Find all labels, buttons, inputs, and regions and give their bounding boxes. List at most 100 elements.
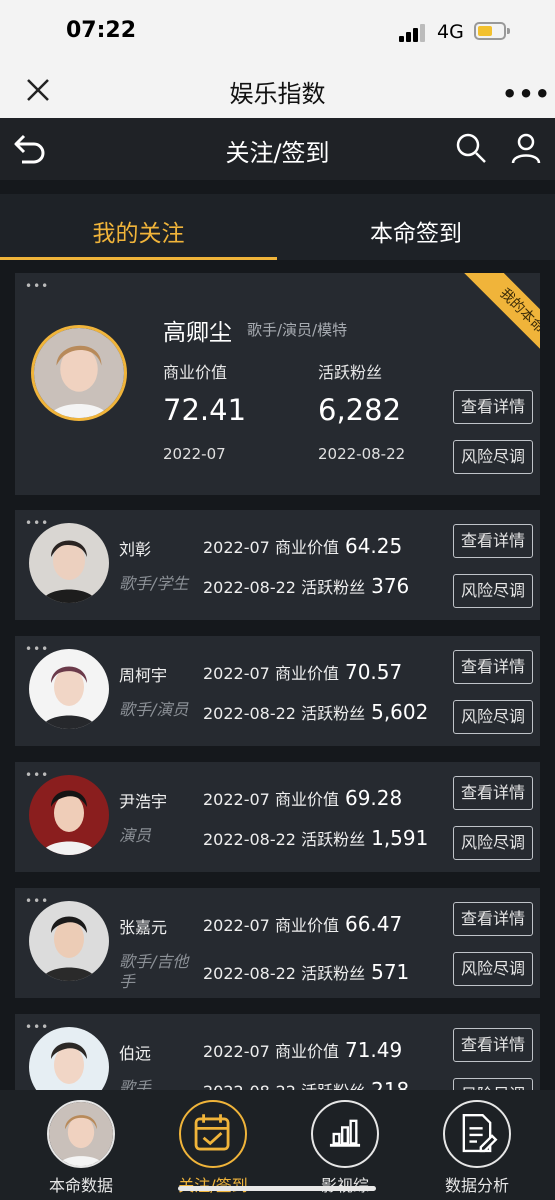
commercial-date: 2022-07	[203, 1042, 270, 1061]
featured-name: 高卿尘	[163, 320, 232, 346]
fans-line: 2022-08-22 活跃粉丝 376	[203, 574, 409, 598]
commercial-value-label: 商业价值	[274, 790, 339, 809]
user-icon[interactable]	[510, 132, 542, 164]
commercial-line: 2022-07 商业价值 71.49	[203, 1038, 402, 1062]
risk-check-button[interactable]: 风险尽调	[453, 440, 533, 474]
mini-app-title: 娱乐指数	[229, 80, 326, 108]
active-fans-value: 376	[371, 574, 410, 598]
avatar	[29, 523, 109, 603]
active-fans-label: 活跃粉丝	[318, 363, 383, 382]
avatar	[31, 325, 127, 421]
person-role: 歌手	[119, 1078, 152, 1090]
risk-check-button[interactable]: 风险尽调	[453, 826, 533, 860]
avatar	[29, 775, 109, 855]
avatar	[29, 649, 109, 729]
risk-check-button[interactable]: 风险尽调	[453, 952, 533, 986]
fans-line: 2022-08-22 活跃粉丝 218	[203, 1078, 409, 1090]
fans-date: 2022-08-22	[203, 704, 296, 723]
status-time: 07:22	[66, 18, 137, 43]
view-details-button[interactable]: 查看详情	[453, 1028, 533, 1062]
person-name: 刘彰	[119, 540, 152, 559]
person-role: 歌手/演员	[119, 700, 189, 719]
bottom-tab-label: 影视综	[279, 1172, 411, 1196]
fans-date: 2022-08-22	[203, 830, 296, 849]
commercial-line: 2022-07 商业价值 70.57	[203, 660, 402, 684]
avatar-photo	[47, 1100, 115, 1168]
mini-app-header: 娱乐指数 •••	[0, 64, 555, 118]
network-type: 4G	[437, 21, 464, 43]
list-item[interactable]: ••• 刘彰 歌手/学生 2022-07 商业价值 64.25 2022-08-2…	[15, 510, 540, 620]
card-menu-icon[interactable]: •••	[25, 279, 49, 293]
calendar-check-icon	[179, 1100, 247, 1168]
search-icon[interactable]	[455, 132, 487, 164]
view-details-button[interactable]: 查看详情	[453, 650, 533, 684]
view-details-button[interactable]: 查看详情	[453, 390, 533, 424]
bottom-tab-follow-checkin[interactable]: 关注/签到	[147, 1090, 279, 1200]
commercial-value: 64.25	[344, 534, 403, 558]
nav-bar: 关注/签到	[0, 118, 555, 180]
fans-date: 2022-08-22	[203, 578, 296, 597]
bar-chart-icon	[311, 1100, 379, 1168]
commercial-value-label: 商业价值	[274, 664, 339, 683]
bottom-tab-label: 关注/签到	[147, 1172, 279, 1196]
card-menu-icon[interactable]: •••	[25, 768, 49, 782]
featured-card[interactable]: ••• 高卿尘 歌手/演员/模特 商业价值 活跃粉丝 72.41 6,282 2…	[15, 273, 540, 495]
person-role: 演员	[119, 826, 152, 845]
risk-check-button[interactable]: 风险尽调	[453, 574, 533, 608]
commercial-line: 2022-07 商业价值 69.28	[203, 786, 402, 810]
signal-icon	[399, 24, 429, 42]
list-item[interactable]: ••• 伯远 歌手 2022-07 商业价值 71.49 2022-08-22 活…	[15, 1014, 540, 1090]
card-menu-icon[interactable]: •••	[25, 642, 49, 656]
bottom-tab-bias-data[interactable]: 本命数据	[15, 1090, 147, 1200]
bottom-tab-label: 数据分析	[444, 1176, 509, 1195]
commercial-value-label: 商业价值	[274, 1042, 339, 1061]
tab-bar: 我的关注 本命签到	[0, 194, 555, 260]
commercial-date: 2022-07	[203, 790, 270, 809]
card-menu-icon[interactable]: •••	[25, 894, 49, 908]
list-item[interactable]: ••• 周柯宇 歌手/演员 2022-07 商业价值 70.57 2022-08-…	[15, 636, 540, 746]
fans-date: 2022-08-22	[318, 445, 406, 463]
risk-check-button[interactable]: 风险尽调	[453, 1078, 533, 1090]
card-menu-icon[interactable]: •••	[25, 516, 49, 530]
fans-date: 2022-08-22	[203, 1082, 296, 1090]
commercial-value-label: 商业价值	[274, 916, 339, 935]
view-details-button[interactable]: 查看详情	[453, 524, 533, 558]
fans-line: 2022-08-22 活跃粉丝 5,602	[203, 700, 428, 724]
risk-check-button[interactable]: 风险尽调	[453, 700, 533, 734]
commercial-value: 70.57	[344, 660, 403, 684]
person-name: 张嘉元	[119, 918, 168, 937]
bottom-tab-label: 本命数据	[48, 1176, 113, 1195]
bottom-tab-film-variety[interactable]: 影视综	[279, 1090, 411, 1200]
active-fans-label: 活跃粉丝	[301, 704, 366, 723]
bottom-tab-bar: 本命数据 关注/签到 影视综 数据分析	[0, 1090, 555, 1200]
bottom-tab-data-analysis[interactable]: 数据分析	[411, 1090, 543, 1200]
follow-list: ••• 高卿尘 歌手/演员/模特 商业价值 活跃粉丝 72.41 6,282 2…	[0, 260, 555, 1090]
fans-line: 2022-08-22 活跃粉丝 1,591	[203, 826, 428, 850]
commercial-date: 2022-07	[163, 445, 226, 463]
active-fans-value: 5,602	[371, 700, 429, 724]
commercial-line: 2022-07 商业价值 64.25	[203, 534, 402, 558]
commercial-value: 69.28	[344, 786, 403, 810]
card-menu-icon[interactable]: •••	[25, 1020, 49, 1034]
tab-my-follows[interactable]: 我的关注	[0, 194, 277, 260]
active-fans-label: 活跃粉丝	[301, 578, 366, 597]
commercial-date: 2022-07	[203, 538, 270, 557]
document-edit-icon	[443, 1100, 511, 1168]
view-details-button[interactable]: 查看详情	[453, 902, 533, 936]
tab-bias-checkin[interactable]: 本命签到	[277, 194, 555, 260]
person-role: 歌手/吉他手	[119, 952, 189, 991]
featured-role: 歌手/演员/模特	[247, 321, 348, 339]
list-item[interactable]: ••• 尹浩宇 演员 2022-07 商业价值 69.28 2022-08-22 …	[15, 762, 540, 872]
active-fans-label: 活跃粉丝	[301, 964, 366, 983]
view-details-button[interactable]: 查看详情	[453, 776, 533, 810]
list-item[interactable]: ••• 张嘉元 歌手/吉他手 2022-07 商业价值 66.47 2022-08…	[15, 888, 540, 998]
active-fans-label: 活跃粉丝	[301, 1082, 365, 1090]
person-name: 周柯宇	[119, 666, 168, 685]
active-fans-label: 活跃粉丝	[301, 830, 366, 849]
commercial-value: 72.41	[163, 393, 247, 427]
more-icon[interactable]: •••	[502, 80, 551, 108]
fans-line: 2022-08-22 活跃粉丝 571	[203, 960, 409, 984]
active-fans-value: 218	[371, 1078, 410, 1090]
active-fans-value: 1,591	[371, 826, 429, 850]
bias-ribbon: 我的本命	[438, 273, 540, 375]
